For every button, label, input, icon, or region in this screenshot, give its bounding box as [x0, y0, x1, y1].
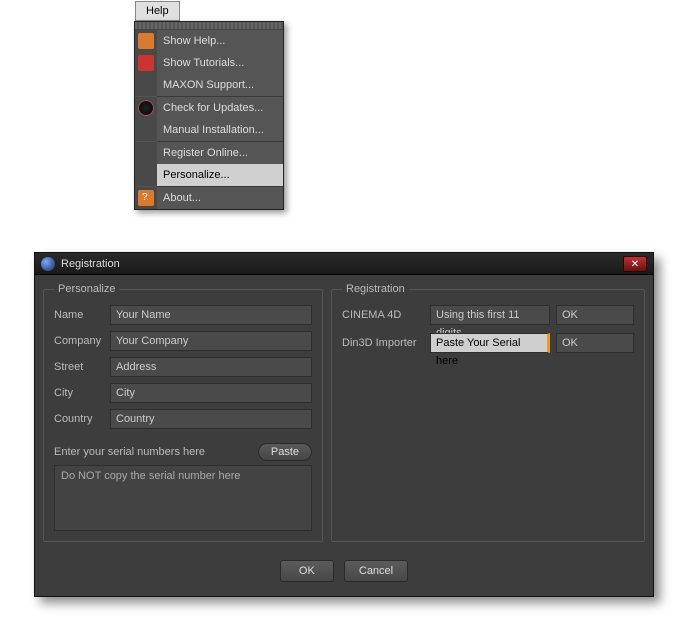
menu-item-personalize[interactable]: Personalize... [135, 164, 283, 186]
din3d-input[interactable]: Paste Your Serial here [430, 333, 550, 353]
menu-item-show-tutorials[interactable]: Show Tutorials... [135, 52, 283, 74]
menu-item-label: Check for Updates... [163, 102, 263, 114]
serial-textarea[interactable]: Do NOT copy the serial number here [54, 465, 312, 531]
name-label: Name [54, 309, 110, 321]
cinema4d-status: OK [556, 305, 634, 325]
registration-group: Registration CINEMA 4D Using this first … [331, 283, 645, 542]
help-menu: Show Help... Show Tutorials... MAXON Sup… [134, 21, 284, 210]
street-input[interactable]: Address [110, 357, 312, 377]
menu-item-label: Register Online... [163, 147, 248, 159]
cinema4d-label: CINEMA 4D [342, 309, 424, 321]
menu-grip[interactable] [135, 22, 283, 30]
menu-item-label: Show Help... [163, 35, 225, 47]
cinema4d-input[interactable]: Using this first 11 digits [430, 305, 550, 325]
menu-item-maxon-support[interactable]: MAXON Support... [135, 74, 283, 96]
registration-dialog: Registration ✕ Personalize Name Your Nam… [34, 252, 654, 597]
cancel-button[interactable]: Cancel [344, 560, 408, 582]
about-icon [138, 190, 154, 206]
menu-item-label: About... [163, 192, 201, 204]
titlebar[interactable]: Registration ✕ [35, 253, 653, 275]
tutorial-icon [138, 55, 154, 71]
menu-item-show-help[interactable]: Show Help... [135, 30, 283, 52]
menu-item-label: MAXON Support... [163, 79, 254, 91]
city-label: City [54, 387, 110, 399]
city-input[interactable]: City [110, 383, 312, 403]
updates-icon [138, 100, 154, 116]
dialog-title: Registration [61, 258, 120, 270]
personalize-legend: Personalize [54, 283, 119, 295]
registration-legend: Registration [342, 283, 409, 295]
menu-item-label: Personalize... [163, 169, 230, 181]
personalize-group: Personalize Name Your Name Company Your … [43, 283, 323, 542]
help-menu-tab[interactable]: Help [135, 1, 180, 21]
menu-item-label: Show Tutorials... [163, 57, 244, 69]
menu-item-about[interactable]: About... [135, 187, 283, 209]
app-icon [41, 257, 55, 271]
country-label: Country [54, 413, 110, 425]
company-input[interactable]: Your Company [110, 331, 312, 351]
menu-item-manual-installation[interactable]: Manual Installation... [135, 119, 283, 141]
menu-item-check-updates[interactable]: Check for Updates... [135, 97, 283, 119]
street-label: Street [54, 361, 110, 373]
close-button[interactable]: ✕ [623, 256, 647, 272]
name-input[interactable]: Your Name [110, 305, 312, 325]
din3d-label: Din3D Importer [342, 337, 424, 349]
serial-prompt: Enter your serial numbers here [54, 446, 258, 458]
country-input[interactable]: Country [110, 409, 312, 429]
menu-item-label: Manual Installation... [163, 124, 264, 136]
menu-item-register-online[interactable]: Register Online... [135, 142, 283, 164]
paste-button[interactable]: Paste [258, 443, 312, 461]
ok-button[interactable]: OK [280, 560, 334, 582]
din3d-status: OK [556, 333, 634, 353]
company-label: Company [54, 335, 110, 347]
showhelp-icon [138, 33, 154, 49]
